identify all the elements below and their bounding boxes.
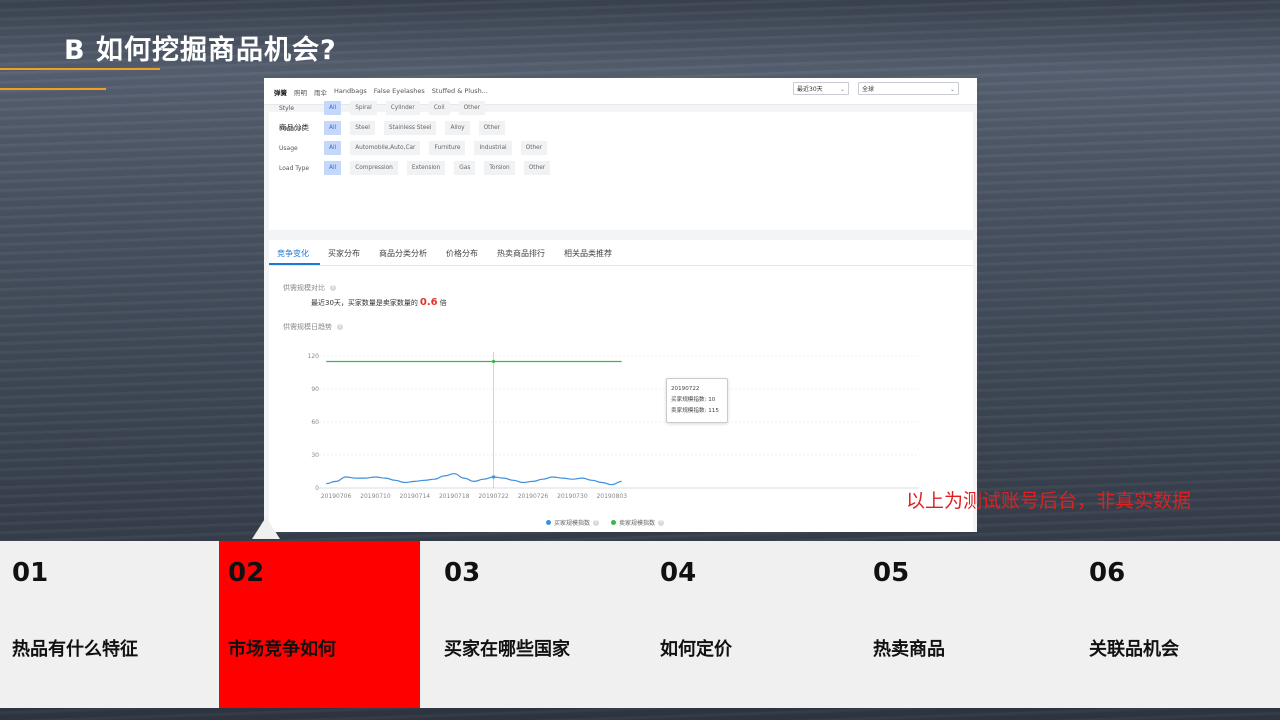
legend-seller-label: 卖家规模指数 bbox=[619, 520, 656, 527]
title-underline-short bbox=[0, 88, 106, 90]
filter-option-chip[interactable]: All bbox=[324, 101, 342, 115]
chart-legend: 买家规模指数 ? 卖家规模指数 ? bbox=[546, 518, 665, 527]
tooltip-seller: 卖家规模指数: 115 bbox=[671, 408, 719, 414]
filter-option-chip[interactable]: Industrial bbox=[474, 141, 512, 155]
filter-option-chip[interactable]: Alloy bbox=[445, 121, 470, 135]
slide-title: B 如何挖掘商品机会? bbox=[64, 35, 337, 66]
category-filter: 商品分类 Style All Spiral Cylinder Coil Other Mate… bbox=[269, 101, 973, 230]
filter-row-label: Load Type bbox=[279, 164, 310, 172]
nav-item-05[interactable]: 05 热卖商品 bbox=[861, 541, 1077, 708]
filter-option-chip[interactable]: All bbox=[324, 141, 342, 155]
category-tab[interactable]: 弹簧 bbox=[274, 87, 287, 97]
legend-dot-icon bbox=[546, 520, 551, 525]
nav-number: 05 bbox=[873, 558, 910, 588]
x-tick-label: 20190803 bbox=[596, 493, 627, 500]
x-tick-label: 20190726 bbox=[518, 493, 549, 500]
nav-label: 关联品机会 bbox=[1089, 639, 1179, 660]
filter-row: Usage All Automobile,Auto,Car Furniture Indu… bbox=[279, 141, 556, 155]
legend-dot-icon bbox=[611, 520, 617, 525]
filter-option-chip[interactable]: Other bbox=[523, 161, 551, 175]
buyer-series-line bbox=[326, 473, 622, 486]
x-tick-label: 20190730 bbox=[557, 493, 588, 500]
nav-item-03[interactable]: 03 买家在哪些国家 bbox=[432, 541, 648, 708]
nav-number: 01 bbox=[12, 558, 49, 588]
filter-row-label: Style bbox=[279, 104, 295, 112]
filter-option-chip[interactable]: Furniture bbox=[429, 141, 466, 155]
help-icon[interactable]: ? bbox=[593, 519, 600, 526]
region-select-value: 全球 bbox=[862, 86, 875, 93]
title-underline bbox=[0, 68, 160, 70]
period-select[interactable]: 最近30天 ⌄ bbox=[793, 82, 849, 95]
filter-option-chip[interactable]: Spiral bbox=[350, 101, 377, 115]
help-icon[interactable]: ? bbox=[658, 519, 665, 526]
region-select[interactable]: 全球 ⌄ bbox=[858, 82, 959, 95]
filter-row-label: Material bbox=[279, 124, 304, 132]
filter-option-chip[interactable]: Other bbox=[458, 101, 486, 115]
analysis-section: 竞争变化 买家分布 商品分类分析 价格分布 热卖商品排行 相关品类推荐 供需规模… bbox=[269, 240, 973, 532]
filter-row-label: Usage bbox=[279, 144, 298, 152]
disclaimer-text: 以上为测试账号后台，非真实数据 bbox=[906, 490, 1192, 512]
nav-number: 06 bbox=[1089, 558, 1126, 588]
tooltip-buyer: 买家规模指数: 10 bbox=[671, 397, 716, 403]
x-tick-label: 20190722 bbox=[478, 493, 509, 500]
y-tick-label: 60 bbox=[311, 419, 319, 426]
filter-row: Style All Spiral Cylinder Coil Other bbox=[279, 101, 494, 115]
screenshot-panel: 弹簧 照明 雨伞 Handbags False Eyelashes Stuffe… bbox=[264, 78, 977, 532]
x-tick-label: 20190718 bbox=[439, 493, 470, 500]
filter-option-chip[interactable]: Automobile,Auto,Car bbox=[350, 141, 421, 155]
filter-row: Material All Steel Stainless Steel Alloy Othe… bbox=[279, 121, 514, 135]
nav-label: 热品有什么特征 bbox=[12, 639, 138, 660]
nav-label: 如何定价 bbox=[660, 639, 732, 660]
filter-option-chip[interactable]: Coil bbox=[428, 101, 450, 115]
category-tab[interactable]: False Eyelashes bbox=[374, 87, 425, 97]
chevron-down-icon: ⌄ bbox=[839, 86, 845, 93]
nav-number: 04 bbox=[660, 558, 697, 588]
category-tab[interactable]: 雨伞 bbox=[314, 87, 327, 97]
filter-option-chip[interactable]: Compression bbox=[350, 161, 398, 175]
nav-label: 热卖商品 bbox=[873, 639, 945, 660]
category-tab[interactable]: 照明 bbox=[294, 87, 307, 97]
buyer-point bbox=[491, 475, 496, 479]
legend-seller[interactable]: 卖家规模指数 ? bbox=[611, 518, 665, 527]
filter-option-chip[interactable]: Cylinder bbox=[385, 101, 420, 115]
filter-option-chip[interactable]: Other bbox=[520, 141, 548, 155]
legend-buyer-label: 买家规模指数 bbox=[554, 520, 591, 527]
chart-tooltip: 20190722 买家规模指数: 10 卖家规模指数: 115 bbox=[666, 378, 728, 423]
x-tick-label: 20190706 bbox=[321, 493, 352, 500]
filter-option-chip[interactable]: Extension bbox=[406, 161, 446, 175]
filter-row: Load Type All Compression Extension Gas Torsi… bbox=[279, 161, 559, 175]
tooltip-date: 20190722 bbox=[671, 386, 700, 392]
y-tick-label: 0 bbox=[315, 485, 319, 492]
y-tick-label: 120 bbox=[308, 353, 320, 360]
x-tick-label: 20190710 bbox=[360, 493, 391, 500]
filter-option-chip[interactable]: Gas bbox=[454, 161, 476, 175]
y-tick-label: 90 bbox=[311, 386, 319, 393]
seller-point bbox=[491, 359, 496, 364]
category-tab[interactable]: Handbags bbox=[334, 87, 367, 97]
nav-item-06[interactable]: 06 关联品机会 bbox=[1077, 541, 1280, 708]
trend-chart: 0 30 60 90 120 20190706 20190710 20190714 201907… bbox=[308, 352, 919, 500]
filter-option-chip[interactable]: All bbox=[324, 161, 342, 175]
filter-option-chip[interactable]: All bbox=[324, 121, 342, 135]
category-tab[interactable]: Stuffed & Plush... bbox=[432, 87, 488, 97]
nav-label: 买家在哪些国家 bbox=[444, 639, 570, 660]
filter-option-chip[interactable]: Other bbox=[478, 121, 506, 135]
nav-label: 市场竞争如何 bbox=[228, 639, 336, 660]
nav-number: 03 bbox=[444, 558, 481, 588]
nav-number: 02 bbox=[228, 558, 265, 588]
active-pointer-arrow bbox=[252, 517, 280, 539]
filter-option-chip[interactable]: Torsion bbox=[484, 161, 515, 175]
chevron-down-icon: ⌄ bbox=[949, 86, 955, 93]
x-tick-label: 20190714 bbox=[400, 493, 431, 500]
nav-item-01[interactable]: 01 热品有什么特征 bbox=[0, 541, 219, 708]
nav-item-04[interactable]: 04 如何定价 bbox=[648, 541, 861, 708]
filter-option-chip[interactable]: Steel bbox=[350, 121, 375, 135]
section-nav: 01 热品有什么特征 02 市场竞争如何 03 买家在哪些国家 04 如何定价 … bbox=[0, 541, 1280, 708]
filter-option-chip[interactable]: Stainless Steel bbox=[383, 121, 437, 135]
y-tick-label: 30 bbox=[311, 452, 319, 459]
period-select-value: 最近30天 bbox=[797, 86, 823, 93]
legend-buyer[interactable]: 买家规模指数 ? bbox=[546, 518, 600, 527]
nav-item-02[interactable]: 02 市场竞争如何 bbox=[219, 541, 420, 708]
